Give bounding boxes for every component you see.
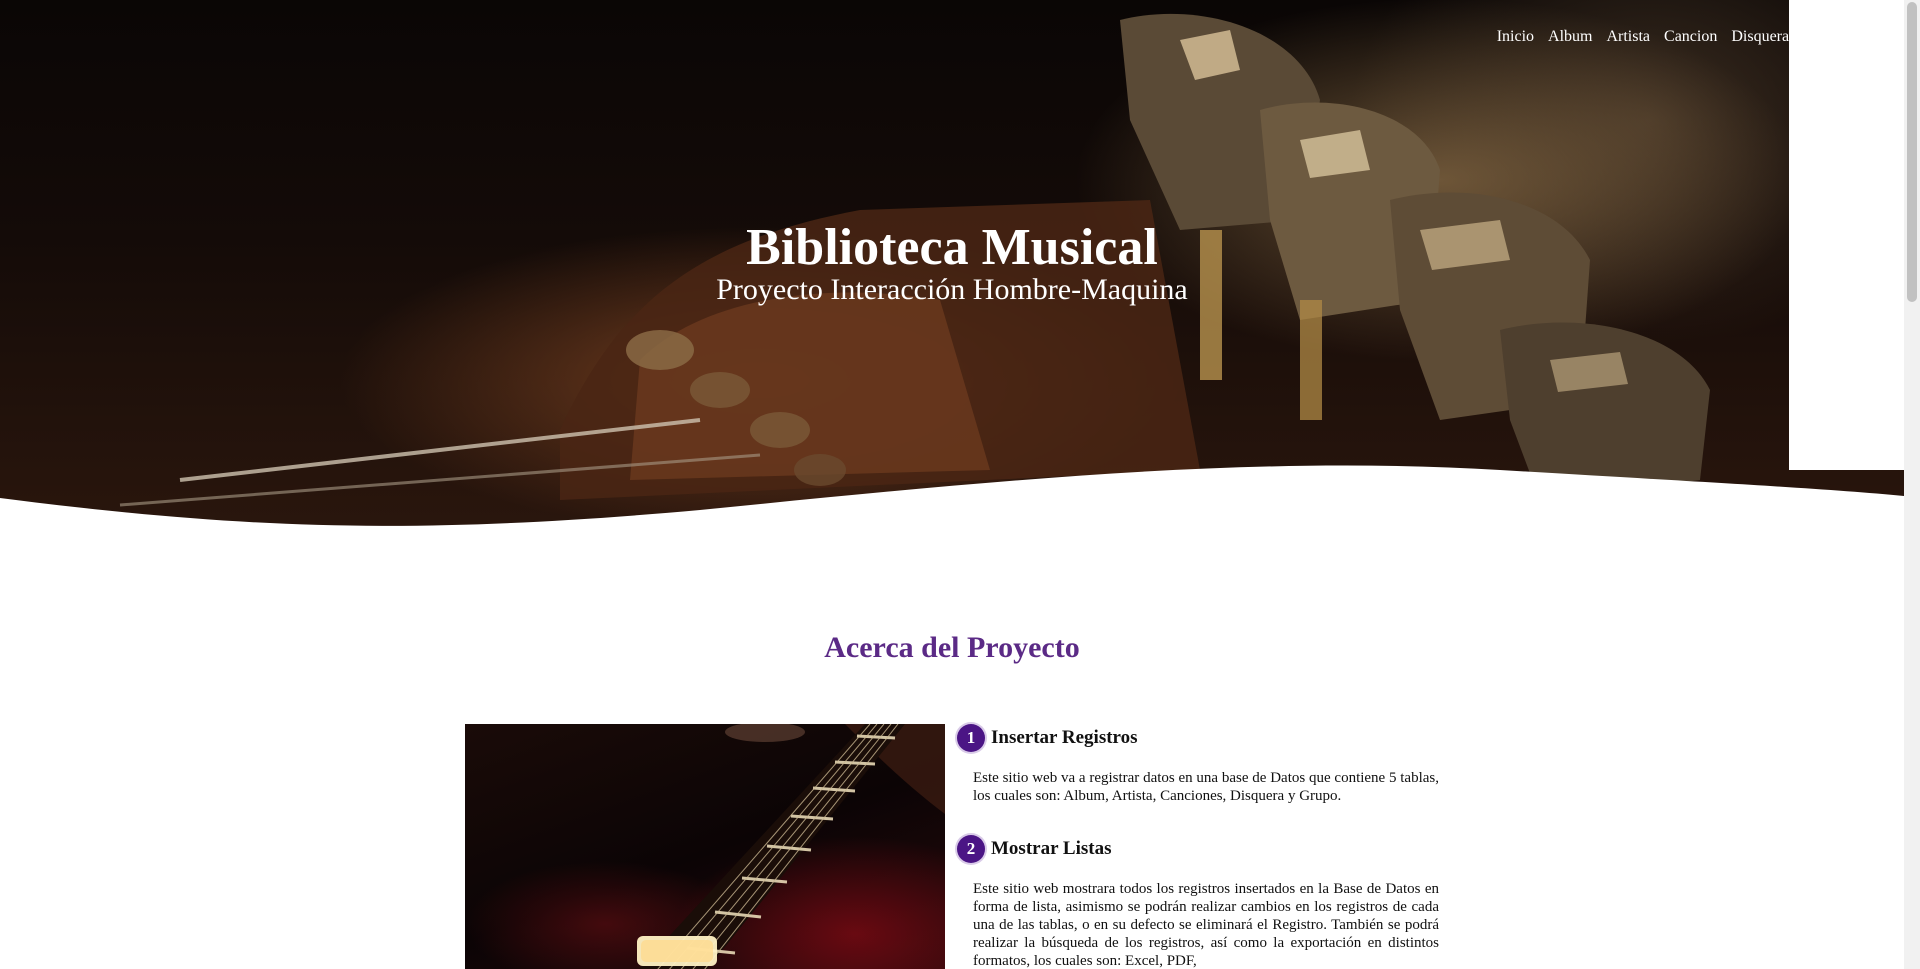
nav-item-album[interactable]: Album <box>1548 28 1592 46</box>
about-title: Acerca del Proyecto <box>824 631 1080 664</box>
feature-header: 1 Insertar Registros <box>957 722 1439 754</box>
hero-title: Biblioteca Musical <box>746 219 1158 276</box>
step-number-badge: 2 <box>957 835 985 863</box>
vertical-scrollbar[interactable] <box>1904 0 1920 969</box>
feature-mostrar-listas: 2 Mostrar Listas Este sitio web mostrara… <box>957 833 1439 969</box>
guitar-fretboard-photo <box>465 724 945 969</box>
feature-title: Mostrar Listas <box>991 838 1112 859</box>
feature-title: Insertar Registros <box>991 727 1138 748</box>
scrollbar-thumb[interactable] <box>1907 2 1917 302</box>
feature-description: Este sitio web va a registrar datos en u… <box>973 770 1439 804</box>
nav-item-disquera[interactable]: Disquera <box>1731 28 1789 46</box>
main-nav: Inicio Album Artista Cancion Disquera Gr… <box>1497 28 1844 46</box>
nav-item-grupo[interactable]: Grupo <box>1803 28 1844 46</box>
step-number-badge: 1 <box>957 724 985 752</box>
fretboard-illustration <box>637 724 945 969</box>
nav-item-inicio[interactable]: Inicio <box>1497 28 1534 46</box>
nav-item-cancion[interactable]: Cancion <box>1664 28 1717 46</box>
feature-insertar-registros: 1 Insertar Registros Este sitio web va a… <box>957 722 1439 805</box>
feature-description: Este sitio web mostrara todos los regist… <box>973 881 1439 969</box>
hero-banner: Inicio Album Artista Cancion Disquera Gr… <box>0 0 1904 530</box>
page: Inicio Album Artista Cancion Disquera Gr… <box>0 0 1904 969</box>
hero-subtitle: Proyecto Interacción Hombre-Maquina <box>716 273 1188 306</box>
feature-header: 2 Mostrar Listas <box>957 833 1439 865</box>
nav-item-artista[interactable]: Artista <box>1606 28 1650 46</box>
